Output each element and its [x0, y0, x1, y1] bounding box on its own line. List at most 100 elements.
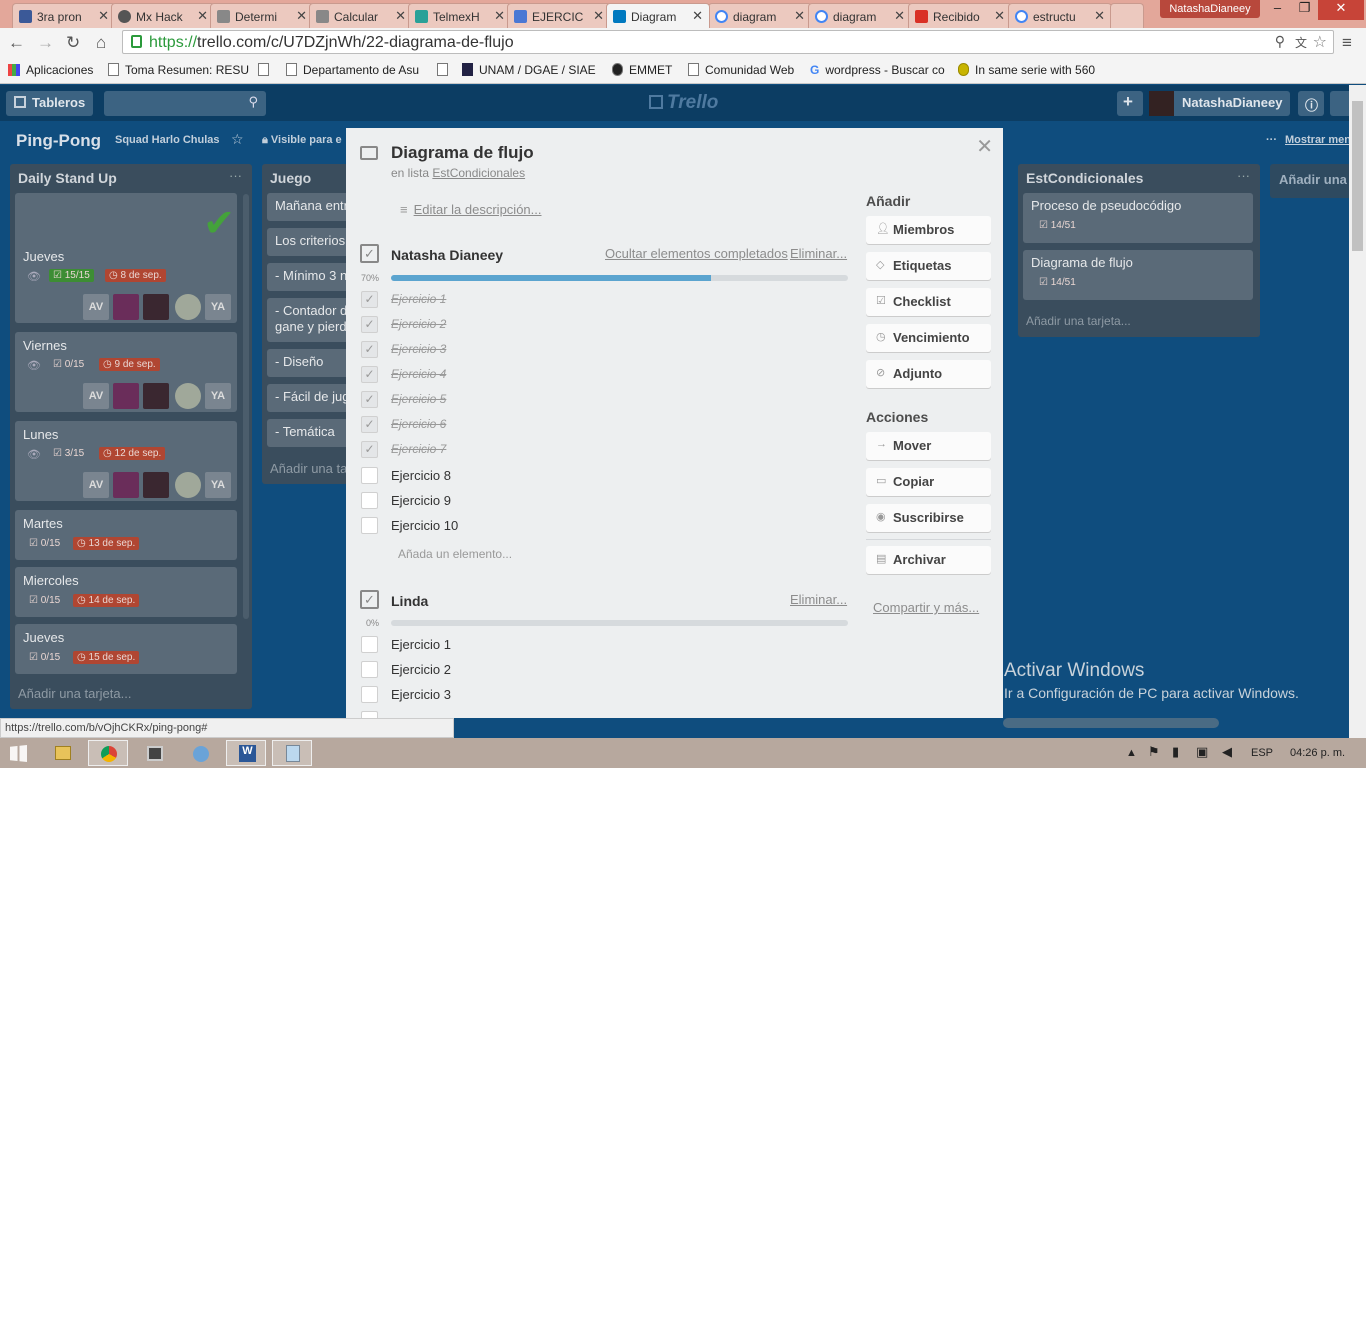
- card[interactable]: Diagrama de flujo ☑ 14/51: [1023, 250, 1253, 300]
- taskbar-app[interactable]: [134, 740, 174, 766]
- move-button[interactable]: → Mover: [866, 432, 991, 460]
- show-menu-link[interactable]: Mostrar menú: [1285, 134, 1358, 146]
- profile-badge[interactable]: NatashaDianeey: [1160, 0, 1260, 18]
- menu-dots-icon[interactable]: ···: [1266, 134, 1277, 146]
- card[interactable]: - Diseño: [267, 349, 357, 377]
- close-icon[interactable]: ✕: [494, 8, 505, 24]
- avatar[interactable]: [113, 294, 139, 320]
- browser-tab[interactable]: estructu ✕: [1008, 3, 1112, 28]
- card[interactable]: Mañana entr: [267, 193, 357, 221]
- avatar[interactable]: YA: [205, 472, 231, 498]
- avatar[interactable]: YA: [205, 383, 231, 409]
- taskbar-word[interactable]: W: [226, 740, 266, 766]
- close-icon[interactable]: ✕: [692, 8, 703, 24]
- members-button[interactable]: 👤︎ Miembros: [866, 216, 991, 244]
- list-title[interactable]: Daily Stand Up: [18, 170, 117, 186]
- avatar[interactable]: [113, 472, 139, 498]
- browser-tab[interactable]: diagram ✕: [708, 3, 812, 28]
- browser-tab-active[interactable]: Diagram ✕: [606, 3, 710, 28]
- browser-tab[interactable]: EJERCIC ✕: [507, 3, 611, 28]
- list-link[interactable]: EstCondicionales: [432, 166, 525, 180]
- browser-tab[interactable]: TelmexH ✕: [408, 3, 512, 28]
- list-scrollbar[interactable]: [243, 194, 249, 619]
- new-tab-button[interactable]: [1110, 3, 1144, 28]
- close-icon[interactable]: ✕: [296, 8, 307, 24]
- close-icon[interactable]: ✕: [98, 8, 109, 24]
- bookmark[interactable]: Gwordpress - Buscar co: [810, 63, 945, 77]
- home-icon[interactable]: ⌂: [96, 33, 106, 53]
- avatar[interactable]: [175, 472, 201, 498]
- board-title[interactable]: Ping-Pong: [16, 131, 101, 151]
- avatar[interactable]: [113, 383, 139, 409]
- avatar[interactable]: [175, 294, 201, 320]
- close-icon[interactable]: ✕: [395, 8, 406, 24]
- taskbar-explorer[interactable]: [42, 740, 82, 766]
- card[interactable]: - Temática: [267, 419, 357, 447]
- checklist-item[interactable]: Ejercicio 6: [391, 417, 446, 431]
- minimize-icon[interactable]: –: [1264, 0, 1291, 20]
- scrollbar-thumb[interactable]: [1352, 101, 1363, 251]
- browser-tab[interactable]: diagram ✕: [808, 3, 912, 28]
- card[interactable]: Jueves ☑ 0/15 ◷ 15 de sep.: [15, 624, 237, 674]
- checkbox-checked[interactable]: ✓: [361, 391, 378, 408]
- checkbox-checked[interactable]: ✓: [361, 416, 378, 433]
- taskbar-app[interactable]: [180, 740, 220, 766]
- zoom-icon[interactable]: ⚲: [1275, 33, 1285, 50]
- checkbox[interactable]: [361, 467, 378, 484]
- add-card-link[interactable]: Añadir una ta: [270, 461, 347, 476]
- tray-arrow-icon[interactable]: ▲: [1126, 747, 1137, 759]
- star-board-icon[interactable]: ☆: [231, 131, 244, 148]
- checklist-item[interactable]: Ejercicio 5: [391, 392, 446, 406]
- card[interactable]: - Contador d gane y pierd: [267, 298, 357, 342]
- checklist-item[interactable]: Ejercicio 3: [391, 687, 451, 702]
- list-menu-icon[interactable]: ···: [1237, 168, 1250, 183]
- subscribe-button[interactable]: ◉ Suscribirse: [866, 504, 991, 532]
- checkbox-checked[interactable]: ✓: [361, 341, 378, 358]
- avatar[interactable]: [143, 294, 169, 320]
- list-menu-icon[interactable]: ···: [229, 168, 242, 183]
- close-icon[interactable]: ✕: [197, 8, 208, 24]
- scrollbar-thumb[interactable]: [1003, 718, 1219, 728]
- card[interactable]: - Fácil de jug: [267, 384, 357, 412]
- add-icon[interactable]: +: [1117, 91, 1143, 116]
- checklist-item[interactable]: Ejercicio 8: [391, 468, 451, 483]
- bookmark[interactable]: UNAM / DGAE / SIAE: [462, 63, 596, 77]
- boards-button[interactable]: Tableros: [6, 91, 94, 116]
- close-icon[interactable]: ✕: [1094, 8, 1105, 24]
- checkbox[interactable]: [361, 517, 378, 534]
- horizontal-scrollbar[interactable]: [1003, 718, 1349, 730]
- edit-description-link[interactable]: ≡ Editar la descripción...: [400, 202, 542, 217]
- restore-icon[interactable]: ❐: [1291, 0, 1318, 20]
- menu-icon[interactable]: ≡: [1342, 33, 1352, 53]
- checkbox-checked[interactable]: ✓: [361, 316, 378, 333]
- bookmark[interactable]: [437, 63, 454, 77]
- delete-checklist-link[interactable]: Eliminar...: [790, 592, 847, 607]
- checkbox[interactable]: [361, 686, 378, 703]
- list-title[interactable]: Juego: [270, 170, 311, 186]
- trello-logo[interactable]: Trello: [649, 92, 718, 114]
- checkbox[interactable]: [361, 636, 378, 653]
- card[interactable]: Martes ☑ 0/15 ◷ 13 de sep.: [15, 510, 237, 560]
- delete-checklist-link[interactable]: Eliminar...: [790, 246, 847, 261]
- card[interactable]: ✔ Jueves 👁︎ ☑ 15/15 ◷ 8 de sep. AV YA: [15, 193, 237, 323]
- team-name[interactable]: Squad Harlo Chulas: [115, 134, 220, 146]
- checkbox[interactable]: [361, 661, 378, 678]
- flag-icon[interactable]: ⚑: [1148, 744, 1160, 760]
- taskbar-notepad[interactable]: [272, 740, 312, 766]
- close-icon[interactable]: ✕: [794, 8, 805, 24]
- card[interactable]: - Mínimo 3 n: [267, 263, 357, 291]
- address-bar[interactable]: https://trello.com/c/U7DZjnWh/22-diagram…: [122, 30, 1334, 54]
- bookmark[interactable]: Toma Resumen: RESU: [108, 63, 249, 77]
- card[interactable]: Viernes 👁︎ ☑ 0/15 ◷ 9 de sep. AV YA: [15, 332, 237, 412]
- card[interactable]: Los criterios: [267, 228, 357, 256]
- clock[interactable]: 04:26 p. m.: [1290, 747, 1345, 759]
- checkbox-checked[interactable]: ✓: [361, 441, 378, 458]
- language-indicator[interactable]: ESP: [1251, 747, 1273, 759]
- checklist-item[interactable]: Ejercicio 7: [391, 442, 446, 456]
- checkbox-checked[interactable]: ✓: [361, 291, 378, 308]
- checkbox-checked[interactable]: ✓: [361, 366, 378, 383]
- browser-tab[interactable]: Recibido ✕: [908, 3, 1012, 28]
- checklist-item[interactable]: Ejercicio 1: [391, 292, 446, 306]
- hide-completed-link[interactable]: Ocultar elementos completados: [605, 246, 788, 261]
- labels-button[interactable]: ◇ Etiquetas: [866, 252, 991, 280]
